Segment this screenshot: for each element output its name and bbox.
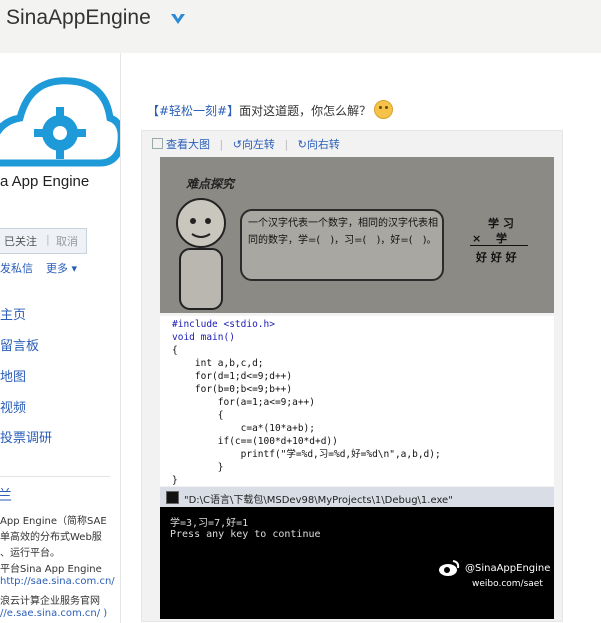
nav-item-home[interactable]: 主页: [0, 304, 26, 323]
logo-text: a App Engine: [0, 173, 90, 190]
bio-link[interactable]: http://sae.sina.com.cn/: [0, 576, 115, 587]
more-label: 更多: [46, 262, 68, 275]
console-output-line: 学=3,习=7,好=1: [170, 518, 249, 529]
follow-separator: |: [46, 233, 50, 246]
media-box: 查看大图 | ↺向左转 | ↻向右转 难点探究 一个汉字代表一个数字，相同的汉字…: [141, 130, 563, 622]
rotate-right-icon: ↻: [297, 138, 307, 151]
message-link[interactable]: 发私信: [0, 260, 33, 276]
console-window: "D:\C语言\下载包\MSDev98\MyProjects\1\Debug\1…: [160, 487, 554, 619]
code-line: }: [172, 462, 224, 473]
rotate-left-link[interactable]: ↺向左转: [233, 138, 275, 151]
cartoon-boy-image: [176, 198, 226, 310]
more-link[interactable]: 更多 ▾: [46, 260, 77, 276]
watermark-name: @SinaAppEngine: [465, 563, 551, 574]
bio-line: 平台Sina App Engine: [0, 564, 102, 575]
view-large-label: 查看大图: [166, 138, 210, 151]
post-content: 【#轻松一刻#】面对这道题，你怎么解？ 查看大图 | ↺向左转 | ↻向右转 难…: [121, 53, 601, 623]
code-line: c=a*(10*a+b);: [172, 423, 315, 434]
follow-box: 已关注 | 取消: [0, 228, 87, 254]
textbook-photo[interactable]: 难点探究 一个汉字代表一个数字，相同的汉字代表相同的数字，学=( )，习=( )…: [160, 157, 554, 313]
view-large-link[interactable]: 查看大图: [152, 138, 210, 151]
equation-top: 学 习: [488, 217, 514, 230]
caret-down-icon: ▾: [71, 262, 78, 275]
nav-item-video[interactable]: 视频: [0, 397, 26, 416]
tool-separator: |: [284, 138, 289, 151]
code-line: {: [172, 345, 178, 356]
post-body: 面对这道题，你怎么解？: [239, 104, 372, 118]
unfollow-button[interactable]: 取消: [56, 233, 78, 249]
rotate-left-icon: ↺: [232, 138, 242, 151]
equation-result: 好 好 好: [476, 251, 517, 264]
thinking-emoji-icon: [374, 100, 394, 119]
nav-item-poll[interactable]: 投票调研: [0, 427, 52, 446]
console-title: "D:\C语言\下载包\MSDev98\MyProjects\1\Debug\1…: [184, 495, 453, 506]
post-topic-tag[interactable]: 【#轻松一刻#】: [147, 104, 239, 118]
bio-line: App Engine（简称SAE: [0, 516, 107, 527]
weibo-icon: [439, 560, 460, 576]
section-title: 兰: [0, 488, 12, 504]
console-output-line: Press any key to continue: [170, 529, 321, 540]
rotate-right-label: 向右转: [306, 138, 340, 151]
chevron-down-icon[interactable]: [170, 12, 186, 26]
zoom-icon: [152, 138, 163, 149]
bio-line: 单高效的分布式Web服: [0, 532, 102, 543]
code-line: for(a=1;a<=9;a++): [172, 397, 315, 408]
console-titlebar: "D:\C语言\下载包\MSDev98\MyProjects\1\Debug\1…: [160, 487, 554, 507]
puzzle-question: 一个汉字代表一个数字，相同的汉字代表相同的数字，学=( )，习=( )，好=( …: [248, 218, 438, 246]
sidebar-divider: [0, 476, 110, 477]
code-line: }: [172, 475, 178, 486]
cloud-gear-logo: [0, 77, 120, 167]
code-line: int a,b,c,d;: [172, 358, 264, 369]
top-bar: SinaAppEngine: [0, 0, 601, 52]
nav-item-map[interactable]: 地图: [0, 366, 26, 385]
followed-button[interactable]: 已关注: [4, 233, 37, 249]
rotate-left-label: 向左转: [241, 138, 275, 151]
equation-multiplier: × 学: [472, 232, 508, 245]
code-line: void main(): [172, 332, 235, 343]
watermark-url: weibo.com/saet: [472, 579, 543, 589]
code-line: for(d=1;d<=9;d++): [172, 371, 293, 382]
code-line: {: [172, 410, 224, 421]
code-line: #include <stdio.h>: [172, 319, 275, 330]
code-line: for(b=0;b<=9;b++): [172, 384, 293, 395]
bio-line: 浪云计算企业服务官网: [0, 596, 100, 607]
rotate-right-link[interactable]: ↻向右转: [298, 138, 340, 151]
nav-item-guestbook[interactable]: 留言板: [0, 335, 39, 354]
code-listing: #include <stdio.h> void main() { int a,b…: [160, 316, 554, 486]
bio-link[interactable]: //e.sae.sina.com.cn/ ): [0, 608, 107, 619]
post-text: 【#轻松一刻#】面对这道题，你怎么解？: [147, 100, 394, 119]
sidebar: a App Engine 已关注 | 取消 发私信 更多 ▾ 主页 留言板 地图…: [0, 53, 121, 623]
tool-separator: |: [219, 138, 224, 151]
console-app-icon: [166, 491, 179, 504]
media-toolbar: 查看大图 | ↺向左转 | ↻向右转: [152, 136, 340, 152]
equation-line: [470, 245, 528, 246]
brand-title: SinaAppEngine: [6, 6, 151, 29]
code-line: if(c==(100*d+10*d+d)): [172, 436, 338, 447]
code-line: printf("学=%d,习=%d,好=%d\n",a,b,d);: [172, 449, 441, 460]
bio-line: 、运行平台。: [0, 548, 60, 559]
